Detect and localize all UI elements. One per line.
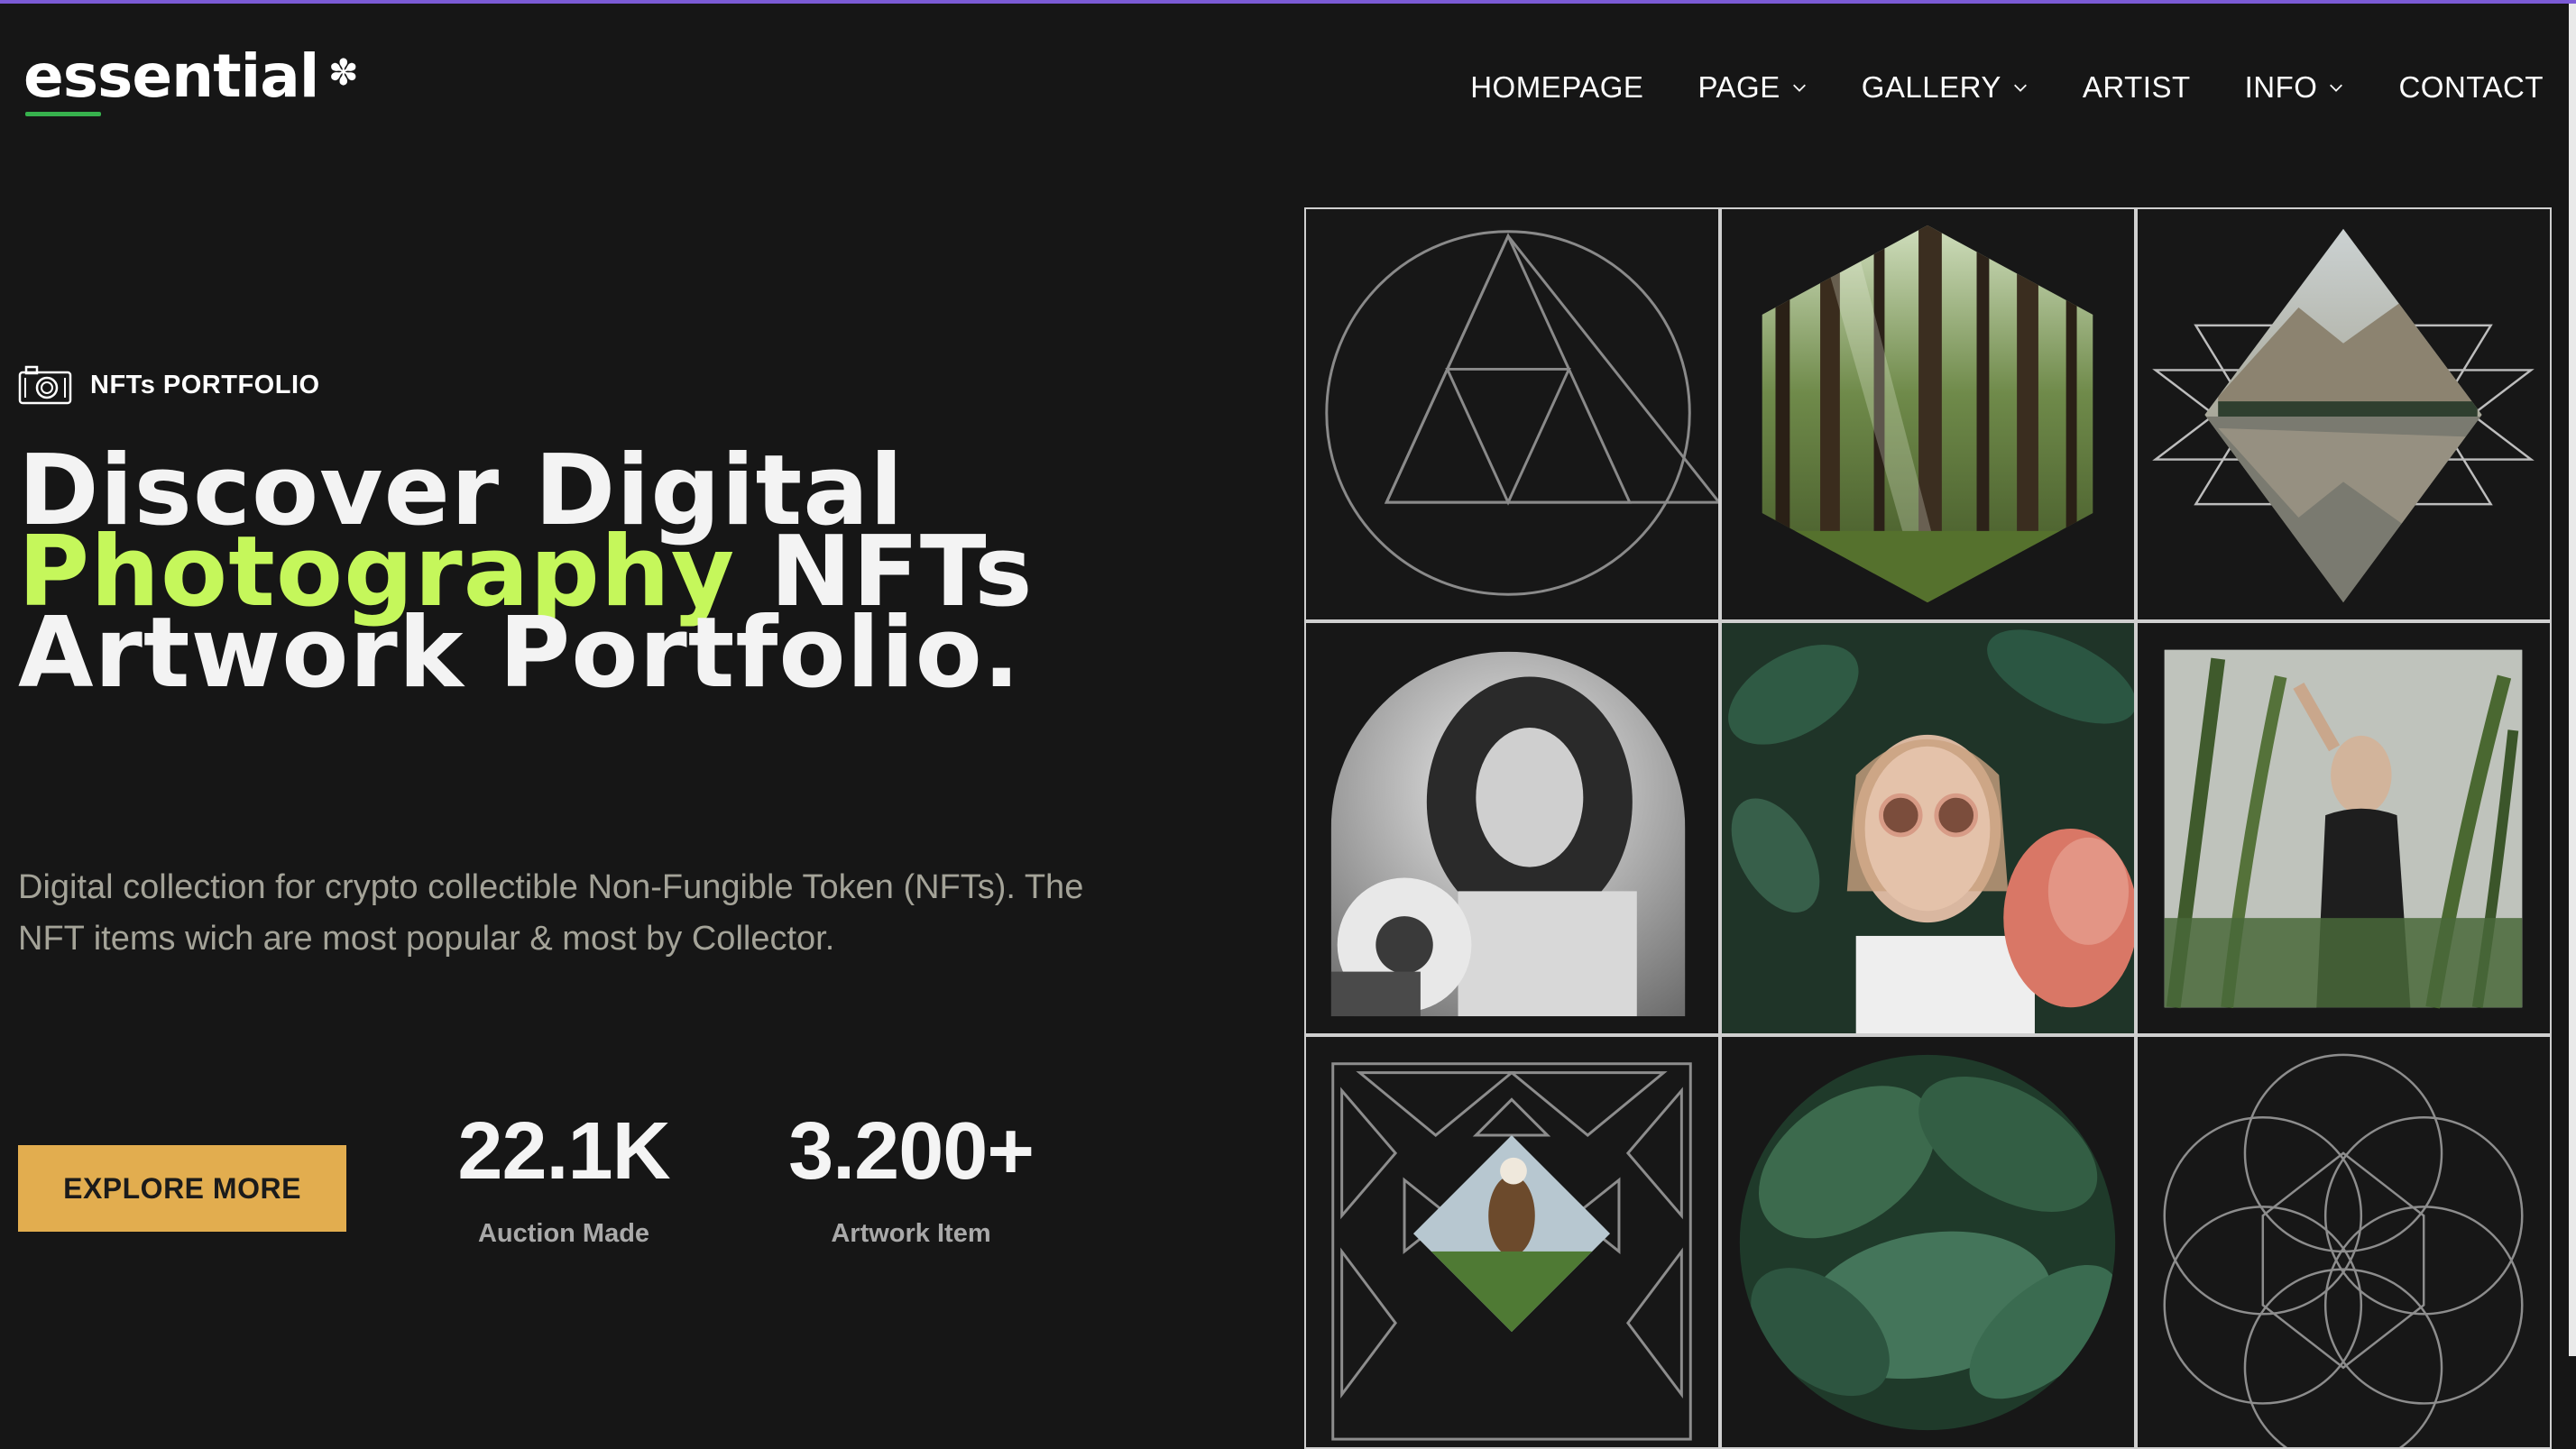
headline-line-3: Artwork Portfolio.	[18, 597, 1021, 710]
nav-artist[interactable]: ARTIST	[2083, 70, 2191, 105]
stat-label: Artwork Item	[831, 1219, 991, 1248]
chevron-down-icon	[2013, 84, 2027, 92]
nav-contact[interactable]: CONTACT	[2398, 70, 2544, 105]
triangle-circle-pattern-icon	[1325, 230, 1718, 596]
gallery-tile-mountain[interactable]	[2136, 207, 2552, 621]
explore-more-button[interactable]: EXPLORE MORE	[18, 1145, 346, 1232]
nav-label: PAGE	[1697, 70, 1780, 104]
tag-label: NFTs PORTFOLIO	[90, 370, 320, 399]
nav-gallery[interactable]: GALLERY	[1862, 70, 2029, 105]
gallery-tile-woman-cornfield[interactable]	[2136, 621, 2552, 1035]
gallery-tile-woman-sunglasses[interactable]	[1720, 621, 2136, 1035]
woman-sunflower-arch-photo	[1330, 651, 1686, 1017]
hero-tag: NFTs PORTFOLIO	[18, 364, 320, 406]
gallery-tile-triangle-circle[interactable]	[1304, 207, 1720, 621]
stat-artwork: 3.200+ Artwork Item	[767, 1111, 1055, 1249]
gallery-tile-bird[interactable]	[1304, 1035, 1720, 1449]
gallery-tile-leaves[interactable]	[1720, 1035, 2136, 1449]
stat-value: 3.200+	[788, 1106, 1035, 1197]
nav-label: INFO	[2244, 70, 2318, 104]
green-leaves-circle-photo	[1739, 1054, 2116, 1431]
logo-underline	[25, 112, 101, 116]
gallery-tile-flower-of-life[interactable]	[2136, 1035, 2552, 1449]
stat-value: 22.1K	[457, 1106, 670, 1197]
stat-label: Auction Made	[477, 1219, 650, 1248]
hero-headline: Discover Digital Photography NFTs Artwor…	[18, 443, 1281, 710]
gallery-grid	[1304, 207, 2553, 1449]
top-accent-bar	[0, 0, 2576, 4]
nav-homepage[interactable]: HOMEPAGE	[1470, 70, 1643, 105]
gallery-tile-woman-sunflower[interactable]	[1304, 621, 1720, 1035]
logo-mark-icon: ✽	[328, 53, 359, 93]
nav-label: HOMEPAGE	[1470, 70, 1644, 104]
nav-label: CONTACT	[2398, 70, 2544, 104]
flower-of-life-pattern-icon	[2163, 1053, 2524, 1447]
nav-info[interactable]: INFO	[2245, 70, 2345, 105]
site-logo[interactable]: essential ✽	[23, 47, 359, 128]
chevron-down-icon	[2330, 84, 2343, 92]
bird-diamond-pattern-photo	[1331, 1062, 1692, 1441]
hero-description: Digital collection for crypto collectibl…	[18, 868, 1084, 958]
nav-label: GALLERY	[1861, 70, 2001, 104]
mountain-lake-diamond-photo	[2152, 228, 2535, 603]
forest-hexagon-photo	[1762, 225, 2093, 603]
scrollbar-track[interactable]	[2569, 4, 2576, 1356]
gallery-tile-forest[interactable]	[1720, 207, 2136, 621]
chevron-down-icon	[1792, 84, 1806, 92]
woman-cornfield-photo	[2164, 649, 2523, 1009]
logo-text: essential	[23, 41, 319, 111]
main-nav: HOMEPAGE PAGE GALLERY ARTIST INFO CONTAC…	[1416, 70, 2544, 105]
camera-icon	[18, 365, 72, 405]
stat-auction: 22.1K Auction Made	[433, 1111, 695, 1249]
nav-page[interactable]: PAGE	[1697, 70, 1807, 105]
nav-label: ARTIST	[2082, 70, 2191, 104]
woman-sunglasses-leaves-photo	[1722, 623, 2134, 1033]
